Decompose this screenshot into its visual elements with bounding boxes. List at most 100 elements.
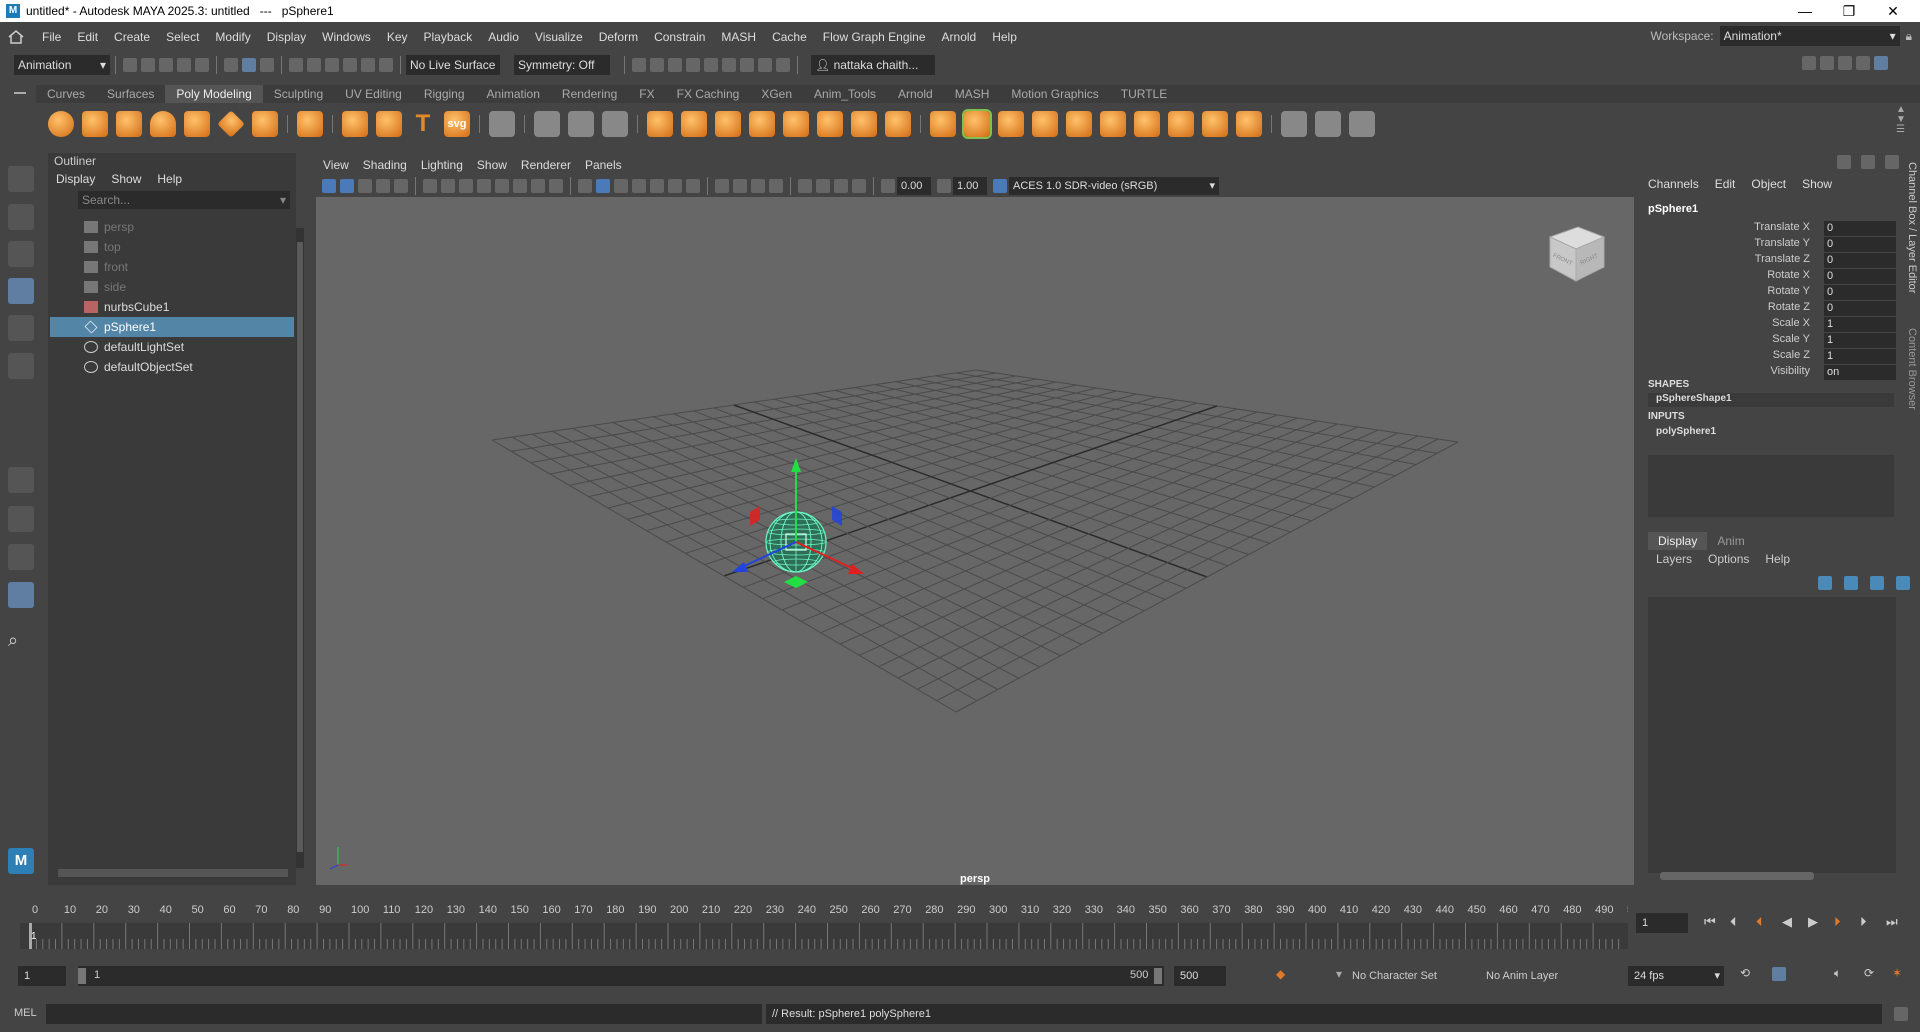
mirror-icon[interactable] <box>715 111 741 137</box>
outliner-menu-display[interactable]: Display <box>48 172 103 186</box>
poly-disc-icon[interactable] <box>252 111 278 137</box>
resolution-gate-icon[interactable] <box>477 179 491 193</box>
select-camera-icon[interactable] <box>322 179 336 193</box>
scale-tool-icon[interactable] <box>8 353 34 379</box>
move-layer-up-icon[interactable] <box>1818 576 1832 590</box>
snap-live-icon[interactable] <box>379 58 393 72</box>
step-forward-frame-icon[interactable]: ⏵ <box>1860 914 1874 929</box>
outliner-menu-help[interactable]: Help <box>149 172 190 186</box>
shelf-tab-uv-editing[interactable]: UV Editing <box>334 85 413 103</box>
layer-menu-layers[interactable]: Layers <box>1648 552 1700 566</box>
outliner-horizontal-scrollbar[interactable] <box>58 869 288 877</box>
motion-blur-icon[interactable] <box>733 179 747 193</box>
multisample-aa-icon[interactable] <box>751 179 765 193</box>
arnold-ipr-icon[interactable] <box>740 58 754 72</box>
step-forward-key-icon[interactable]: ⏵ <box>1834 914 1848 929</box>
shelf-tab-rendering[interactable]: Rendering <box>551 85 628 103</box>
menu-audio[interactable]: Audio <box>480 30 527 44</box>
attr-value[interactable]: 0 <box>1824 237 1896 252</box>
layer-tab-anim[interactable]: Anim <box>1707 532 1754 550</box>
cache-playback-icon[interactable] <box>1772 967 1786 981</box>
menu-constrain[interactable]: Constrain <box>646 30 713 44</box>
gamma-field[interactable]: 1.00 <box>953 177 987 195</box>
channel-box-icon[interactable] <box>1874 56 1888 70</box>
connect-icon[interactable] <box>1202 111 1228 137</box>
gamma-icon[interactable] <box>937 179 951 193</box>
attr-scale-x[interactable]: Scale X 1 <box>1640 317 1902 333</box>
outliner-item-psphere1[interactable]: pSphere1 <box>50 317 294 337</box>
attr-value[interactable]: 1 <box>1824 349 1896 364</box>
script-language-toggle[interactable]: MEL <box>14 1007 37 1019</box>
menu-edit[interactable]: Edit <box>69 30 106 44</box>
attr-rotate-z[interactable]: Rotate Z 0 <box>1640 301 1902 317</box>
menu-flow-graph-engine[interactable]: Flow Graph Engine <box>815 30 934 44</box>
menu-deform[interactable]: Deform <box>591 30 646 44</box>
wedge-icon[interactable] <box>1100 111 1126 137</box>
attr-translate-z[interactable]: Translate Z 0 <box>1640 253 1902 269</box>
new-scene-icon[interactable] <box>123 58 137 72</box>
menu-display[interactable]: Display <box>259 30 314 44</box>
xray-joints-icon[interactable] <box>834 179 848 193</box>
slide-edge-icon[interactable] <box>1066 111 1092 137</box>
shelf-tab-turtle[interactable]: TURTLE <box>1110 85 1178 103</box>
center-pivot-icon[interactable] <box>602 111 628 137</box>
channel-menu-edit[interactable]: Edit <box>1707 177 1744 191</box>
svg-tool-icon[interactable]: svg <box>444 111 470 137</box>
save-scene-icon[interactable] <box>159 58 173 72</box>
quad-draw-icon[interactable] <box>1032 111 1058 137</box>
outliner-item-top[interactable]: top <box>50 237 294 257</box>
menu-create[interactable]: Create <box>106 30 158 44</box>
xray-icon[interactable] <box>816 179 830 193</box>
four-view-layout-icon[interactable] <box>8 506 34 532</box>
workspace-dropdown[interactable]: Animation* ▾ <box>1719 26 1900 46</box>
open-scene-icon[interactable] <box>141 58 155 72</box>
attr-value[interactable]: 0 <box>1824 285 1896 300</box>
lock-icon[interactable]: 🔒︎ <box>1906 29 1912 44</box>
outliner-vertical-scrollbar[interactable] <box>296 228 304 868</box>
layer-tab-display[interactable]: Display <box>1648 532 1708 550</box>
screen-space-ao-icon[interactable] <box>715 179 729 193</box>
undo-icon[interactable] <box>177 58 191 72</box>
shape-node[interactable]: pSphereShape1 <box>1648 393 1894 407</box>
current-frame-field[interactable]: 1 <box>1636 913 1688 933</box>
append-polygon-icon[interactable] <box>930 111 956 137</box>
modeling-toolkit-icon[interactable] <box>1802 56 1816 70</box>
symmetry-dropdown[interactable]: Symmetry: Off <box>514 55 610 75</box>
poly-sphere-icon[interactable] <box>48 111 74 137</box>
snap-projected-icon[interactable] <box>343 58 357 72</box>
outliner-layout-icon[interactable] <box>8 582 34 608</box>
safe-title-icon[interactable] <box>549 179 563 193</box>
pause-icon[interactable] <box>776 58 790 72</box>
poke-icon[interactable] <box>1134 111 1160 137</box>
extrude-icon[interactable] <box>817 111 843 137</box>
uv-snapshot-icon[interactable] <box>1315 111 1341 137</box>
layer-horizontal-scrollbar[interactable] <box>1660 872 1814 880</box>
preferences-icon[interactable]: ✶ <box>1892 966 1902 980</box>
default-material-icon[interactable] <box>614 179 628 193</box>
attr-value[interactable]: 1 <box>1824 317 1896 332</box>
render-frame-icon[interactable] <box>650 58 664 72</box>
go-to-end-icon[interactable]: ⏭ <box>1886 914 1900 929</box>
loop-icon[interactable]: ⟲ <box>1740 966 1750 980</box>
select-tool-icon[interactable] <box>8 166 34 192</box>
two-pane-layout-icon[interactable] <box>8 544 34 570</box>
attr-translate-x[interactable]: Translate X 0 <box>1640 221 1902 237</box>
single-perspective-layout-icon[interactable] <box>8 467 34 493</box>
character-controls-icon[interactable] <box>1820 56 1834 70</box>
channel-menu-show[interactable]: Show <box>1794 177 1840 191</box>
outliner-search-input[interactable]: Search... ▾ <box>78 191 290 209</box>
exposure-icon[interactable] <box>881 179 895 193</box>
animation-start-field[interactable]: 1 <box>18 966 66 986</box>
anim-layer-field[interactable]: No Anim Layer <box>1486 966 1596 986</box>
go-to-start-icon[interactable]: ⏮ <box>1704 914 1718 929</box>
film-gate-icon[interactable] <box>459 179 473 193</box>
outliner-item-defaultlightset[interactable]: defaultLightSet <box>50 337 294 357</box>
viewport-menu-renderer[interactable]: Renderer <box>514 158 578 172</box>
user-account-dropdown[interactable]: 👤︎ nattaka chaith... <box>811 55 935 75</box>
menu-modify[interactable]: Modify <box>207 30 258 44</box>
attr-value[interactable]: 1 <box>1824 333 1896 348</box>
isolate-select-icon[interactable] <box>798 179 812 193</box>
current-frame-value[interactable]: 1 <box>1636 913 1688 933</box>
move-tool-icon[interactable] <box>8 278 34 304</box>
snap-curve-icon[interactable] <box>307 58 321 72</box>
